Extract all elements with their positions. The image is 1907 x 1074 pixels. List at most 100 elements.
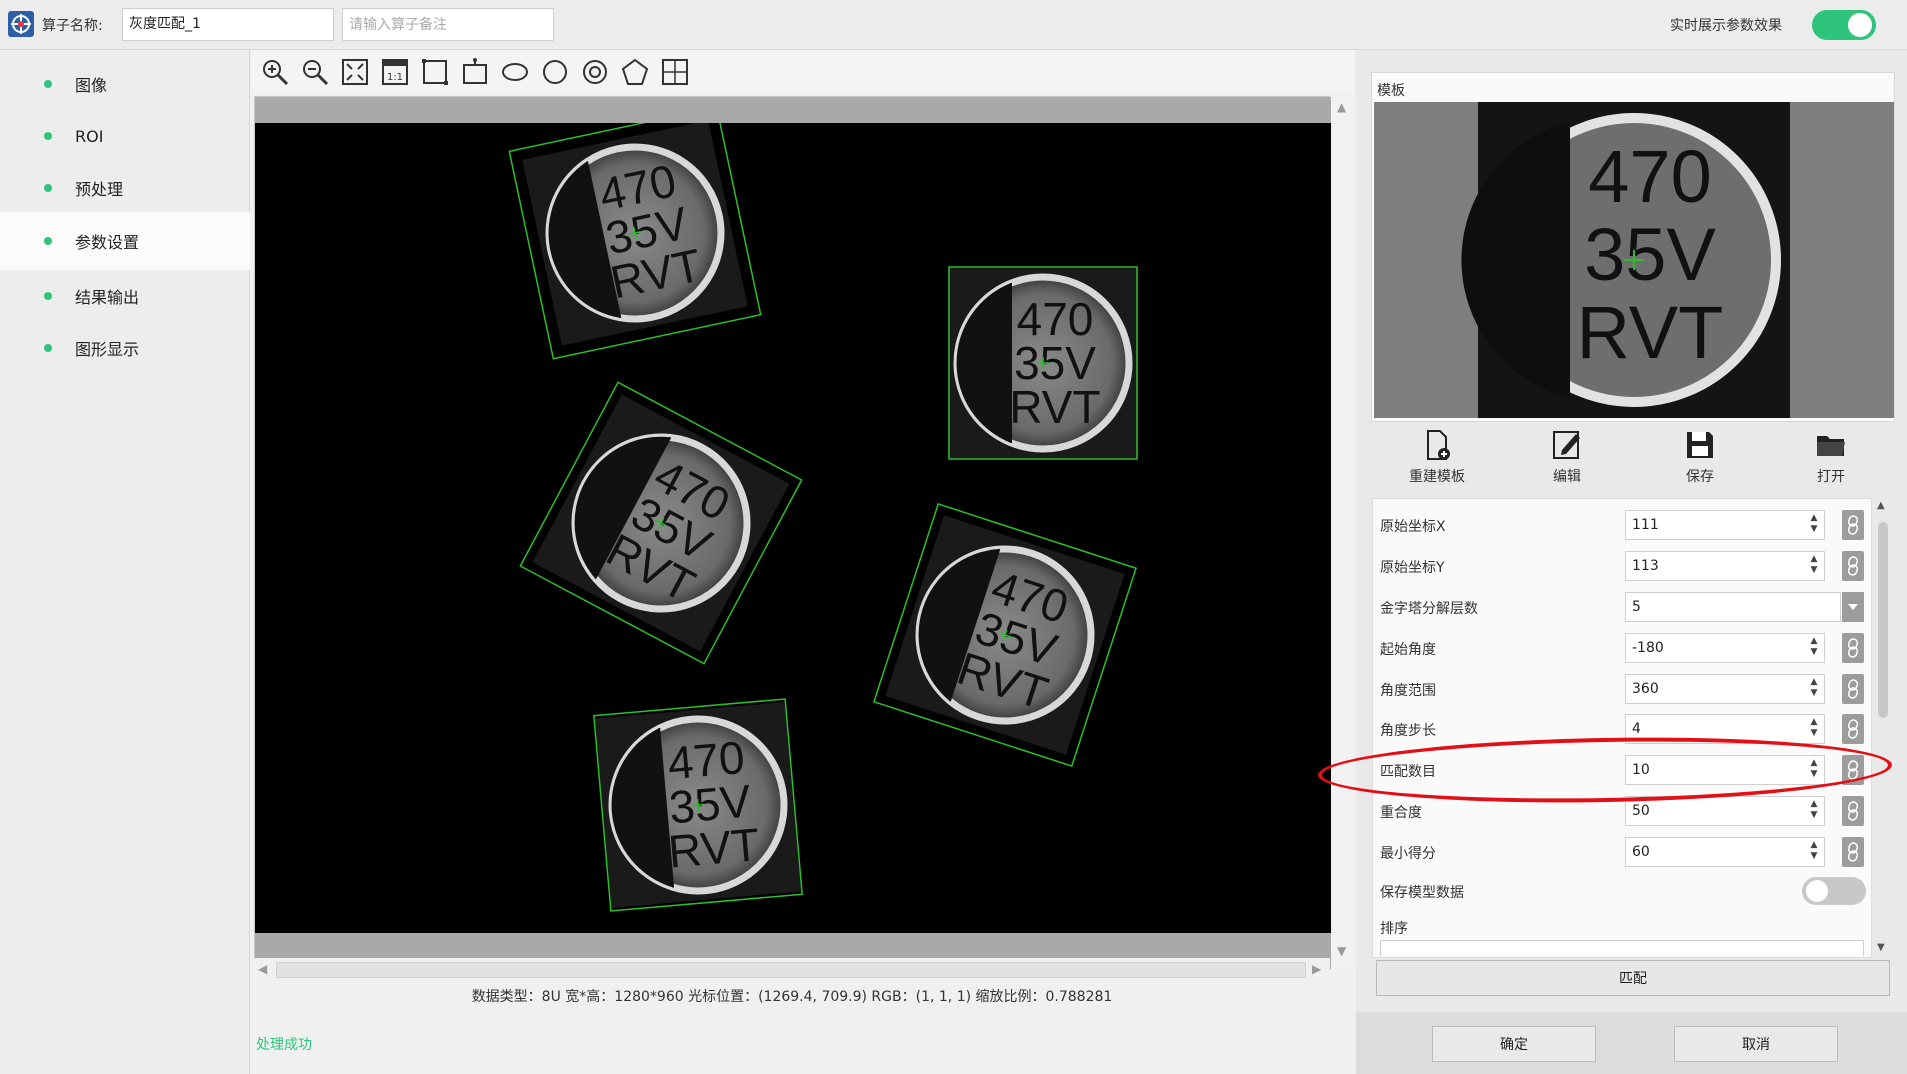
link-param-button[interactable] xyxy=(1842,633,1864,663)
origin-y-stepper[interactable]: 113 ▲ ▼ xyxy=(1625,551,1825,581)
rectangle-icon[interactable] xyxy=(418,55,452,89)
scrollbar-track[interactable] xyxy=(276,962,1306,978)
ring-icon[interactable] xyxy=(578,55,612,89)
sidebar-item-parameters[interactable]: 参数设置 xyxy=(0,212,250,270)
param-row-origin-y: 原始坐标Y 113 ▲ ▼ xyxy=(1372,546,1872,586)
scroll-up-arrow-icon[interactable]: ▲ xyxy=(1337,100,1346,114)
sidebar-item-graphics-display[interactable]: 图形显示 xyxy=(0,322,250,374)
zoom-out-icon[interactable] xyxy=(298,55,332,89)
param-value: 113 xyxy=(1632,558,1659,574)
param-row-sort: 排序 xyxy=(1372,910,1872,958)
param-label: 最小得分 xyxy=(1380,846,1436,862)
match-button[interactable]: 匹配 xyxy=(1376,960,1890,996)
open-template-label: 打开 xyxy=(1817,469,1845,485)
sidebar-item-image[interactable]: 图像 xyxy=(0,58,250,110)
edit-template-button[interactable]: 编辑 xyxy=(1512,428,1622,488)
image-canvas[interactable]: 470 35V RVT 470 35V RVT 470 35V RVT 470 … xyxy=(255,106,1331,933)
save-template-label: 保存 xyxy=(1686,469,1714,485)
params-scrollbar[interactable]: ▲ ▼ xyxy=(1876,500,1890,956)
param-row-origin-x: 原始坐标X 111 ▲ ▼ xyxy=(1372,505,1872,545)
edit-icon xyxy=(1553,431,1580,459)
cancel-button[interactable]: 取消 xyxy=(1674,1026,1838,1062)
sidebar-item-label: 预处理 xyxy=(75,180,124,199)
sidebar-item-label: 参数设置 xyxy=(75,233,140,252)
min-score-stepper[interactable]: 60 ▲ ▼ xyxy=(1625,837,1825,867)
bullet-dot-icon xyxy=(44,344,52,352)
bullet-dot-icon xyxy=(44,292,52,300)
image-viewer[interactable]: 470 35V RVT 470 35V RVT 470 35V RVT 470 … xyxy=(254,96,1331,969)
pyramid-levels-select[interactable]: 5 xyxy=(1625,592,1841,622)
zoom-in-icon[interactable] xyxy=(258,55,292,89)
bullet-dot-icon xyxy=(44,184,52,192)
param-value: 360 xyxy=(1632,681,1659,697)
confirm-button[interactable]: 确定 xyxy=(1432,1026,1596,1062)
spin-arrows-icon[interactable]: ▲ ▼ xyxy=(1808,840,1820,864)
realtime-preview-toggle[interactable] xyxy=(1812,10,1876,40)
start-angle-stepper[interactable]: -180 ▲ ▼ xyxy=(1625,633,1825,663)
ellipse-icon[interactable] xyxy=(498,55,532,89)
capacitor-part: 470 35V RVT xyxy=(948,267,1138,459)
scroll-left-arrow-icon[interactable]: ◀ xyxy=(258,962,267,976)
rebuild-template-label: 重建模板 xyxy=(1409,469,1465,485)
spin-arrows-icon[interactable]: ▲ ▼ xyxy=(1808,636,1820,660)
rebuild-template-button[interactable]: 重建模板 xyxy=(1382,428,1492,488)
operator-remark-input[interactable] xyxy=(342,8,554,41)
link-param-button[interactable] xyxy=(1842,796,1864,826)
capacitor-part: 470 35V RVT xyxy=(873,503,1137,767)
spin-arrows-icon[interactable]: ▲ ▼ xyxy=(1808,554,1820,578)
bullet-dot-icon xyxy=(44,80,52,88)
sidebar: 图像 ROI 预处理 参数设置 结果输出 图形显示 xyxy=(0,50,250,1074)
actual-size-icon[interactable]: 1:1 xyxy=(378,55,412,89)
save-template-button[interactable]: 保存 xyxy=(1645,428,1755,488)
link-param-button[interactable] xyxy=(1842,674,1864,704)
angle-range-stepper[interactable]: 360 ▲ ▼ xyxy=(1625,674,1825,704)
template-label: 模板 xyxy=(1377,83,1405,99)
dropdown-button[interactable] xyxy=(1842,592,1864,622)
scroll-down-arrow-icon[interactable]: ▼ xyxy=(1877,942,1885,953)
link-param-button[interactable] xyxy=(1842,551,1864,581)
sidebar-item-preprocess[interactable]: 预处理 xyxy=(0,162,250,214)
link-icon xyxy=(1847,556,1859,576)
link-param-button[interactable] xyxy=(1842,510,1864,540)
sort-select[interactable] xyxy=(1380,940,1864,956)
save-model-toggle[interactable] xyxy=(1802,877,1866,905)
param-value: 111 xyxy=(1632,517,1659,533)
scrollbar-thumb[interactable] xyxy=(1878,522,1888,718)
param-label: 角度步长 xyxy=(1380,723,1436,739)
template-text-470: 470 xyxy=(1588,135,1711,218)
toggle-knob xyxy=(1848,13,1872,37)
fit-screen-icon[interactable] xyxy=(338,55,372,89)
operator-name-input[interactable]: 灰度匹配_1 xyxy=(122,8,334,41)
link-icon xyxy=(1847,801,1859,821)
spin-arrows-icon[interactable]: ▲ ▼ xyxy=(1808,717,1820,741)
new-template-icon xyxy=(1427,430,1450,460)
link-param-button[interactable] xyxy=(1842,714,1864,744)
toggle-knob xyxy=(1806,880,1828,902)
viewer-vertical-scrollbar[interactable]: ▲ ▼ xyxy=(1331,96,1353,968)
scroll-up-arrow-icon[interactable]: ▲ xyxy=(1877,500,1885,511)
viewer-horizontal-scrollbar[interactable]: ◀ ▶ xyxy=(254,958,1330,982)
viewer-top-margin xyxy=(255,97,1331,123)
bullet-dot-icon xyxy=(44,132,52,140)
open-template-button[interactable]: 打开 xyxy=(1776,428,1886,488)
scroll-right-arrow-icon[interactable]: ▶ xyxy=(1312,962,1321,976)
sidebar-item-result-output[interactable]: 结果输出 xyxy=(0,270,250,322)
grid-icon[interactable] xyxy=(658,55,692,89)
param-row-angle-range: 角度范围 360 ▲ ▼ xyxy=(1372,669,1872,709)
link-param-button[interactable] xyxy=(1842,837,1864,867)
rotated-rectangle-icon[interactable] xyxy=(458,55,492,89)
image-toolbar: 1:1 xyxy=(252,50,1354,94)
sidebar-item-roi[interactable]: ROI xyxy=(0,110,250,162)
process-result-message: 处理成功 xyxy=(256,1037,312,1053)
param-row-save-model: 保存模型数据 xyxy=(1372,871,1872,911)
polygon-icon[interactable] xyxy=(618,55,652,89)
origin-x-stepper[interactable]: 111 ▲ ▼ xyxy=(1625,510,1825,540)
link-icon xyxy=(1847,719,1859,739)
link-icon xyxy=(1847,515,1859,535)
spin-arrows-icon[interactable]: ▲ ▼ xyxy=(1808,799,1820,823)
spin-arrows-icon[interactable]: ▲ ▼ xyxy=(1808,513,1820,537)
spin-arrows-icon[interactable]: ▲ ▼ xyxy=(1808,677,1820,701)
bullet-dot-icon xyxy=(44,237,52,245)
circle-icon[interactable] xyxy=(538,55,572,89)
scroll-down-arrow-icon[interactable]: ▼ xyxy=(1337,944,1346,958)
